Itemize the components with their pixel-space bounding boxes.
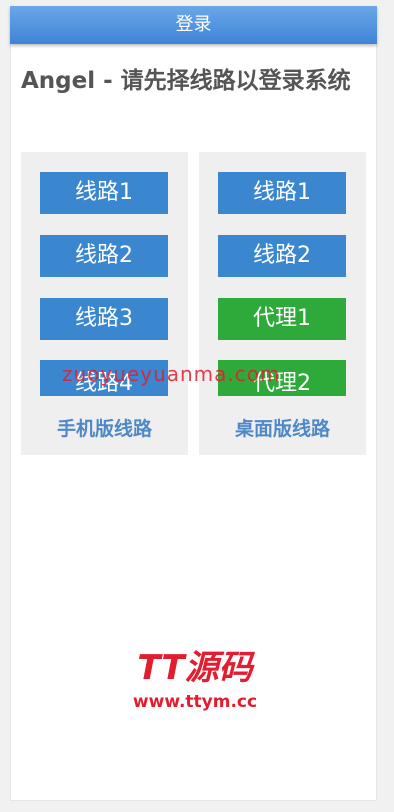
desktop-route-1-button[interactable]: 线路1 bbox=[218, 172, 346, 214]
logo-url: www.ttym.cc bbox=[132, 692, 258, 712]
page-title: Angel - 请先择线路以登录系统 bbox=[21, 68, 351, 94]
mobile-route-3-button[interactable]: 线路3 bbox=[40, 298, 168, 340]
desktop-routes-panel: 线路1 线路2 代理1 代理2 桌面版线路 bbox=[199, 152, 366, 455]
mobile-routes-label: 手机版线路 bbox=[56, 418, 152, 440]
login-header-button[interactable]: 登录 bbox=[10, 6, 377, 44]
desktop-routes-label: 桌面版线路 bbox=[234, 418, 330, 440]
desktop-route-2-button[interactable]: 线路2 bbox=[218, 235, 346, 277]
logo-brand: TT源码 bbox=[137, 648, 253, 688]
desktop-proxy-1-button[interactable]: 代理1 bbox=[218, 298, 346, 340]
mobile-route-2-button[interactable]: 线路2 bbox=[40, 235, 168, 277]
mobile-route-1-button[interactable]: 线路1 bbox=[40, 172, 168, 214]
watermark-text: zuoyueyuanma.com bbox=[62, 362, 281, 386]
mobile-routes-panel: 线路1 线路2 线路3 线路4 手机版线路 bbox=[21, 152, 188, 455]
site-logo: TT源码 www.ttym.cc bbox=[115, 648, 275, 712]
